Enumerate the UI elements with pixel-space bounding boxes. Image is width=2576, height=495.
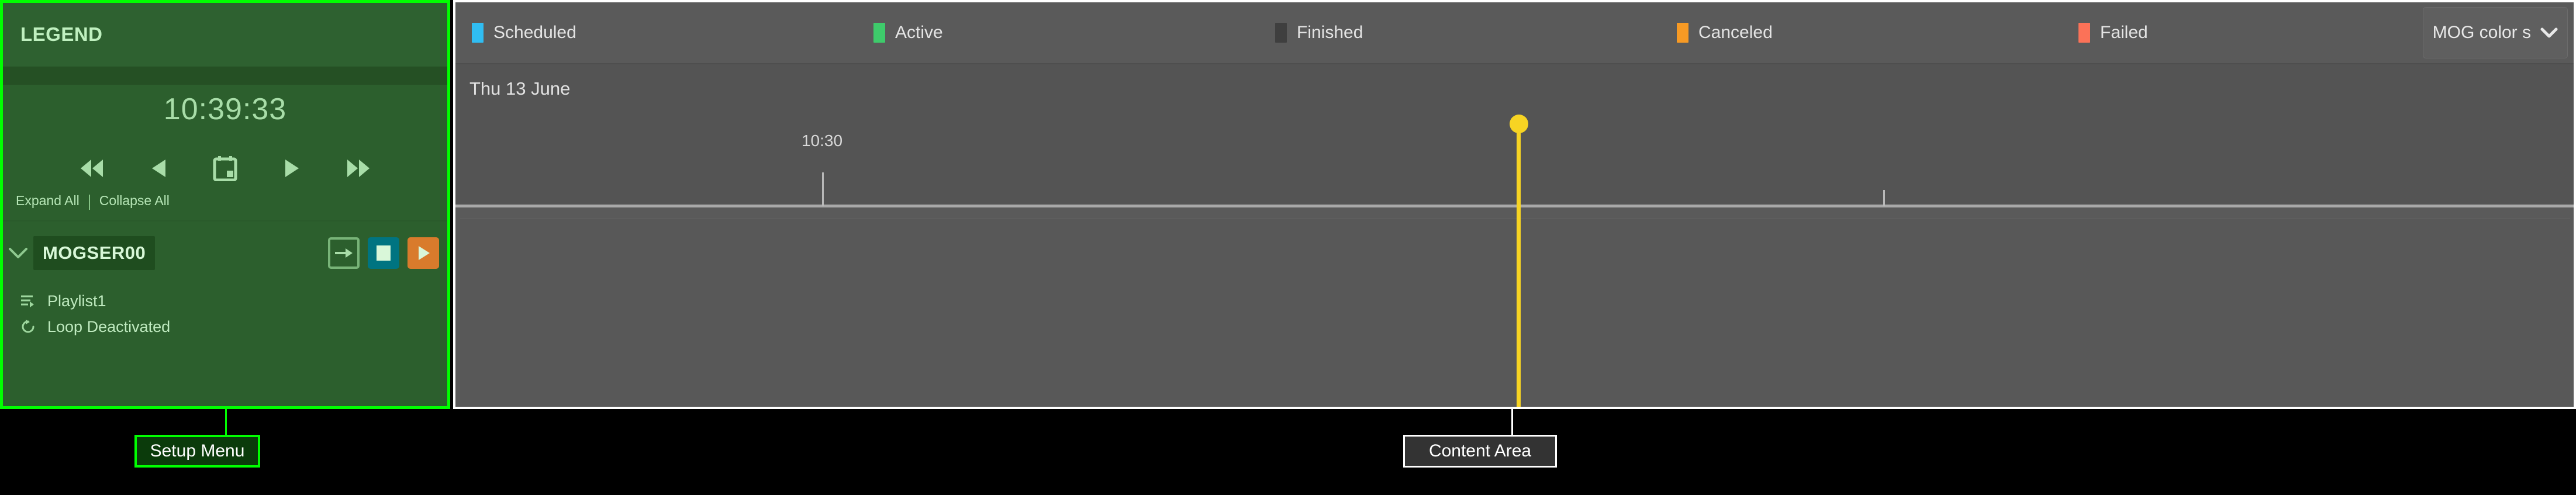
device-buttons — [328, 237, 439, 269]
loop-label: Loop Deactivated — [47, 317, 171, 335]
timeline-ruler[interactable]: 10:30 — [455, 123, 2574, 207]
annotation-label: Content Area — [1428, 441, 1532, 461]
legend-item-label: Failed — [2100, 23, 2148, 42]
legend-item-label: Scheduled — [493, 23, 576, 42]
timeline-lanes — [455, 207, 2574, 407]
content-area: Scheduled Active Finished Canceled Failed MO… — [453, 0, 2576, 409]
clock-display: 10:39:33 — [163, 92, 287, 126]
annotation-stem — [225, 409, 227, 435]
timeline-lane-row[interactable] — [460, 219, 2570, 407]
legend-item-list: Scheduled Active Finished Canceled Failed — [455, 2, 2574, 63]
timeline-date-row: Thu 13 June — [455, 64, 2574, 123]
legend-swatch-icon — [1275, 23, 1287, 43]
stop-button[interactable] — [368, 237, 399, 269]
expand-collapse-row: Expand All Collapse All — [15, 193, 171, 210]
device-meta-list: Playlist1 Loop Deactivated — [3, 288, 447, 340]
legend-swatch-icon — [1677, 23, 1688, 43]
ruler-tick-mark — [1883, 190, 1885, 206]
timeline-date-label: Thu 13 June — [469, 78, 571, 99]
legend-item-label: Active — [895, 23, 943, 42]
expand-collapse-divider — [88, 194, 90, 210]
timeline-playhead[interactable] — [1509, 115, 1528, 407]
legend-item-scheduled[interactable]: Scheduled — [455, 23, 857, 43]
annotation-stem — [1511, 409, 1513, 435]
fast-forward-button[interactable] — [343, 153, 374, 184]
legend-swatch-icon — [472, 23, 484, 43]
annotation-box: Content Area — [1403, 435, 1557, 468]
calendar-button[interactable] — [210, 153, 240, 184]
annotation-label: Setup Menu — [150, 441, 245, 461]
legend-item-label: Canceled — [1698, 23, 1773, 42]
stop-square-icon — [377, 245, 391, 261]
transport-controls — [3, 148, 447, 189]
play-button[interactable] — [277, 153, 307, 184]
loop-icon — [18, 319, 38, 334]
legend-item-finished[interactable]: Finished — [1259, 23, 1660, 43]
legend-item-label: Finished — [1297, 23, 1363, 42]
mog-color-selector[interactable]: MOG color s — [2422, 7, 2568, 58]
ruler-tick-mark — [822, 172, 824, 206]
previous-button[interactable] — [143, 153, 174, 184]
status-legend-bar: Scheduled Active Finished Canceled Failed MO… — [455, 2, 2574, 64]
legend-swatch-icon — [2078, 23, 2090, 43]
legend-item-failed[interactable]: Failed — [2062, 23, 2464, 43]
login-button[interactable] — [328, 237, 360, 269]
rewind-button[interactable] — [77, 153, 107, 184]
clock-container: 10:39:33 — [3, 85, 447, 143]
ruler-tick-label: 10:30 — [801, 131, 843, 150]
collapse-all-link[interactable]: Collapse All — [98, 193, 171, 209]
sidebar-inner: LEGEND 10:39:33 Expand All Collapse All … — [3, 3, 447, 406]
legend-title: LEGEND — [20, 23, 103, 45]
legend-swatch-icon — [873, 23, 885, 43]
legend-item-active[interactable]: Active — [857, 23, 1259, 43]
app-root: LEGEND 10:39:33 Expand All Collapse All … — [0, 0, 2576, 495]
annotation-box: Setup Menu — [134, 435, 260, 468]
setup-menu-sidebar: LEGEND 10:39:33 Expand All Collapse All … — [0, 0, 450, 409]
loop-row[interactable]: Loop Deactivated — [3, 314, 447, 340]
playlist-label: Playlist1 — [47, 292, 106, 310]
mog-color-selector-label: MOG color s — [2432, 23, 2531, 42]
sidebar-divider-band — [3, 67, 447, 85]
chevron-down-icon[interactable] — [3, 247, 33, 259]
play-button[interactable] — [408, 237, 439, 269]
playlist-icon — [18, 295, 38, 307]
playlist-row[interactable]: Playlist1 — [3, 288, 447, 314]
device-row: MOGSER00 — [3, 226, 447, 280]
legend-item-canceled[interactable]: Canceled — [1660, 23, 2062, 43]
legend-header: LEGEND — [3, 3, 447, 67]
playhead-dot-icon — [1509, 115, 1528, 133]
expand-all-link[interactable]: Expand All — [15, 193, 81, 209]
sidebar-section-divider — [3, 220, 447, 221]
chevron-down-icon — [2540, 27, 2558, 38]
device-name-field[interactable]: MOGSER00 — [33, 236, 156, 270]
